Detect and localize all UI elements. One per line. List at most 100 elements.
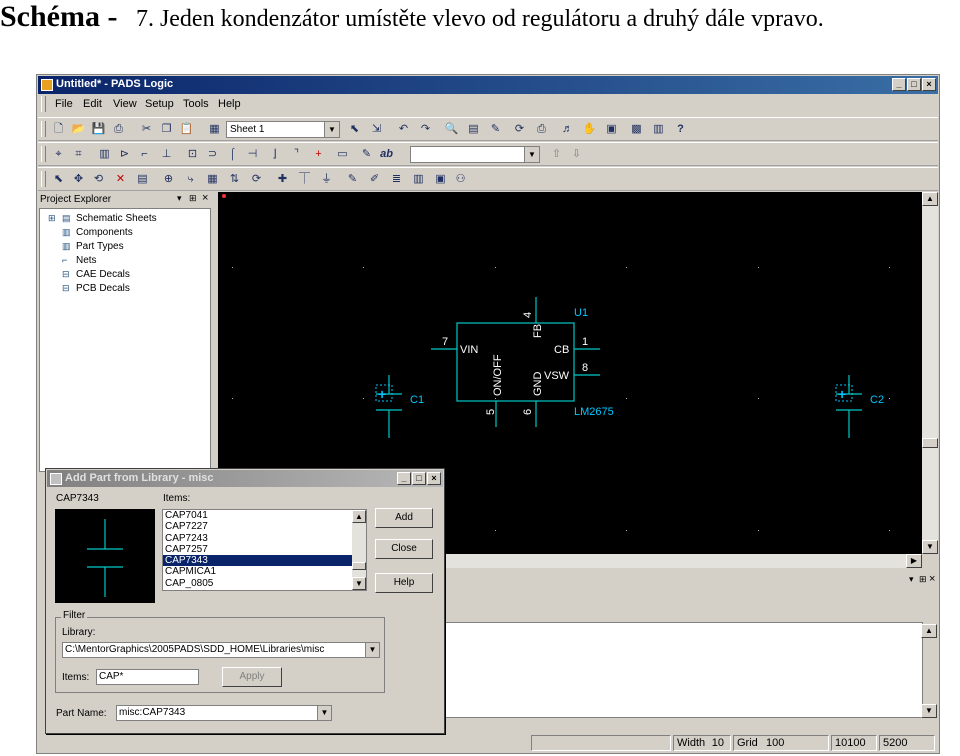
schematic-edit-icon[interactable]: ⌖ <box>50 146 67 163</box>
chevron-down-icon[interactable]: ▼ <box>365 643 379 657</box>
add-field-icon[interactable]: ▦ <box>204 171 221 188</box>
scroll-right-icon[interactable]: ▶ <box>906 554 922 568</box>
refresh-icon[interactable]: ⟳ <box>511 121 528 138</box>
tree-item-cae-decals[interactable]: ⊟ CAE Decals <box>62 269 130 282</box>
menu-edit[interactable]: Edit <box>83 98 102 110</box>
expand-icon[interactable]: ⊞ <box>48 213 62 224</box>
maximize-button[interactable]: □ <box>907 78 921 91</box>
capacitor-c1[interactable]: + C1 <box>375 375 424 438</box>
print-icon[interactable]: ⎙ <box>110 121 127 138</box>
close-button[interactable]: Close <box>375 539 433 559</box>
scroll-thumb[interactable] <box>922 438 938 448</box>
add-offpage-icon[interactable]: ⊃ <box>204 146 221 163</box>
scroll-down-icon[interactable]: ▼ <box>922 540 938 554</box>
swap-gates-icon[interactable]: ⇅ <box>226 171 243 188</box>
layout-select[interactable]: ▼ <box>410 146 540 163</box>
add-wire-icon[interactable]: ⌐ <box>136 146 153 163</box>
add-bracket-icon[interactable]: ⊣ <box>244 146 261 163</box>
minimize-button[interactable]: _ <box>892 78 906 91</box>
properties-icon[interactable]: ▤ <box>465 121 482 138</box>
minimize-button[interactable]: _ <box>397 472 411 485</box>
paste-icon[interactable]: 📋 <box>178 121 195 138</box>
edit-decal-icon[interactable]: ✐ <box>366 171 383 188</box>
chevron-down-icon[interactable]: ▼ <box>317 706 331 720</box>
output-text-area[interactable] <box>445 622 923 718</box>
tree-item-components[interactable]: ▥ Components <box>62 227 133 240</box>
add-bus-entry-icon[interactable]: ⤷ <box>182 171 199 188</box>
add-connector-icon[interactable]: ⊡ <box>184 146 201 163</box>
menu-view[interactable]: View <box>113 98 137 110</box>
hand-icon[interactable]: ✋ <box>581 121 598 138</box>
scroll-thumb[interactable] <box>352 562 366 570</box>
add-bus-icon[interactable]: ⊥ <box>158 146 175 163</box>
add-ground-icon[interactable]: ⏚ <box>318 171 335 188</box>
pin-icon[interactable]: ⊞ <box>189 193 197 204</box>
text-style-icon[interactable]: ab <box>378 146 395 163</box>
delete-icon[interactable]: ✕ <box>112 171 129 188</box>
new-icon[interactable]: 🗋 <box>50 121 67 138</box>
items-filter-input[interactable]: CAP* <box>96 669 199 685</box>
scroll-down-icon[interactable]: ▼ <box>921 704 937 718</box>
maximize-button[interactable]: □ <box>412 472 426 485</box>
redo-icon[interactable]: ↷ <box>417 121 434 138</box>
list-item[interactable]: CAPMICA1 <box>163 566 366 577</box>
menu-file[interactable]: File <box>55 98 73 110</box>
part-name-select[interactable]: misc:CAP7343 ▼ <box>116 705 332 721</box>
library-icon[interactable]: ▣ <box>603 121 620 138</box>
capacitor-c2[interactable]: + C2 <box>835 375 884 438</box>
add-step-icon[interactable]: ⌠ <box>224 146 241 163</box>
add-button[interactable]: Add <box>375 508 433 528</box>
explorer-toggle-icon[interactable]: ▩ <box>628 121 645 138</box>
panel-dropdown-icon[interactable]: ▾ <box>177 193 182 204</box>
list-item-selected[interactable]: CAP7343 <box>163 555 366 567</box>
list-item[interactable]: CAP_0805 <box>163 578 366 589</box>
tree-item-schematic-sheets[interactable]: ⊞ ▤ Schematic Sheets <box>48 213 157 226</box>
scroll-up-icon[interactable]: ▲ <box>922 192 938 206</box>
list-item[interactable]: CAP7257 <box>163 544 366 555</box>
menu-tools[interactable]: Tools <box>183 98 209 110</box>
arrow-down-icon[interactable]: ⇩ <box>568 146 585 163</box>
move-icon[interactable]: ✥ <box>70 171 87 188</box>
report-icon[interactable]: ▥ <box>410 171 427 188</box>
add-power-icon[interactable]: ⏉ <box>296 171 313 188</box>
menu-help[interactable]: Help <box>218 98 241 110</box>
pcb-icon[interactable]: ⌗ <box>70 146 87 163</box>
add-part-icon[interactable]: ▥ <box>96 146 113 163</box>
chevron-down-icon[interactable]: ▼ <box>524 147 539 162</box>
close-window-button[interactable]: × <box>922 78 936 91</box>
close-panel-icon[interactable]: × <box>929 573 935 585</box>
scroll-up-icon[interactable]: ▲ <box>352 510 366 523</box>
items-list[interactable]: CAP7041 CAP7227 CAP7243 CAP7257 CAP7343 … <box>162 509 367 591</box>
list-item[interactable]: CAP7227 <box>163 521 366 532</box>
tree-item-pcb-decals[interactable]: ⊟ PCB Decals <box>62 283 130 296</box>
output-toggle-icon[interactable]: ▥ <box>650 121 667 138</box>
list-item[interactable]: CAP7243 <box>163 533 366 544</box>
tree-item-part-types[interactable]: ▥ Part Types <box>62 241 124 254</box>
select-filter-icon[interactable]: ⇲ <box>368 121 385 138</box>
add-text-icon[interactable]: ✚ <box>274 171 291 188</box>
print-preview-icon[interactable]: ⎙ <box>533 121 550 138</box>
add-connection-icon[interactable]: ⊕ <box>160 171 177 188</box>
scroll-down-icon[interactable]: ▼ <box>352 577 366 590</box>
add-corner-icon[interactable]: ⌝ <box>288 146 305 163</box>
copy-icon[interactable]: ❐ <box>158 121 175 138</box>
open-icon[interactable]: 📂 <box>70 121 87 138</box>
edit-part-icon[interactable]: ✎ <box>344 171 361 188</box>
library-manager-icon[interactable]: ▣ <box>432 171 449 188</box>
undo-icon[interactable]: ↶ <box>395 121 412 138</box>
help-button[interactable]: Help <box>375 573 433 593</box>
query-icon[interactable]: ▤ <box>134 171 151 188</box>
select-arrow-icon[interactable]: ⬉ <box>50 171 67 188</box>
apply-button[interactable]: Apply <box>222 667 282 687</box>
add-junction-icon[interactable]: + <box>310 146 327 163</box>
list-item[interactable]: CAP7041 <box>163 510 366 521</box>
arrow-up-icon[interactable]: ⇧ <box>548 146 565 163</box>
netlist-icon[interactable]: ♬ <box>559 121 576 138</box>
chevron-down-icon[interactable]: ▼ <box>324 122 339 137</box>
edit-attributes-icon[interactable]: ≣ <box>388 171 405 188</box>
library-select[interactable]: C:\MentorGraphics\2005PADS\SDD_HOME\Libr… <box>62 642 380 658</box>
wand-icon[interactable]: ✎ <box>487 121 504 138</box>
find-icon[interactable]: 🔍 <box>443 121 460 138</box>
reference-icon[interactable]: ⚇ <box>452 171 469 188</box>
list-scrollbar[interactable]: ▲ ▼ <box>352 510 366 590</box>
